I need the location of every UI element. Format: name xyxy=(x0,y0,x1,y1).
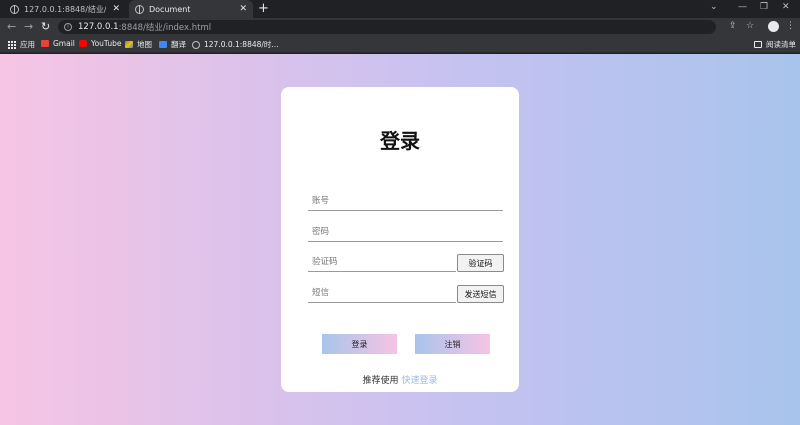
bookmark-localhost[interactable]: 127.0.0.1:8848/时... xyxy=(192,39,279,50)
cancel-button[interactable]: 注销 xyxy=(415,334,490,354)
youtube-icon xyxy=(79,40,87,47)
login-card: 登录 验证码 发送短信 登录 注销 推荐使用 快速登录 xyxy=(281,87,519,392)
bookmarks-bar: 应用 Gmail YouTube 地图 翻译 127.0.0.1:8848/时.… xyxy=(0,36,800,53)
password-input[interactable] xyxy=(308,222,503,242)
footer-prefix: 推荐使用 xyxy=(362,376,399,386)
back-icon[interactable]: ← xyxy=(7,20,16,33)
tab-document[interactable]: Document ✕ xyxy=(129,0,253,18)
share-icon[interactable]: ⇪ xyxy=(729,21,737,31)
login-button[interactable]: 登录 xyxy=(322,334,397,354)
footer-text: 推荐使用 快速登录 xyxy=(281,373,519,386)
tab-title: Document xyxy=(149,4,191,14)
reading-list-icon xyxy=(754,41,762,48)
page-background: 登录 验证码 发送短信 登录 注销 推荐使用 快速登录 xyxy=(0,54,800,425)
bookmark-label: 翻译 xyxy=(171,40,186,49)
translate-icon xyxy=(159,41,167,48)
restore-icon[interactable]: ❐ xyxy=(760,2,768,12)
quick-login-link[interactable]: 快速登录 xyxy=(401,376,437,386)
globe-icon xyxy=(135,4,144,14)
forward-icon[interactable]: → xyxy=(24,20,33,33)
captcha-button[interactable]: 验证码 xyxy=(457,254,504,272)
minimize-icon[interactable]: — xyxy=(738,2,747,12)
globe-icon xyxy=(10,4,19,14)
window-close-icon[interactable]: ✕ xyxy=(782,2,790,12)
reading-list[interactable]: 阅读清单 xyxy=(754,39,796,50)
reload-icon[interactable]: ↻ xyxy=(41,20,50,33)
bookmark-translate[interactable]: 翻译 xyxy=(159,39,186,50)
tab-title: 127.0.0.1:8848/结业/new_file.ht xyxy=(24,4,107,14)
tab-new-file[interactable]: 127.0.0.1:8848/结业/new_file.ht ✕ xyxy=(4,0,126,18)
bookmark-apps[interactable]: 应用 xyxy=(8,39,35,50)
account-input[interactable] xyxy=(308,191,503,211)
reading-list-label: 阅读清单 xyxy=(766,40,796,49)
bookmark-maps[interactable]: 地图 xyxy=(125,39,152,50)
address-host: 127.0.0.1 xyxy=(78,22,119,32)
close-icon[interactable]: ✕ xyxy=(239,4,247,14)
address-bar[interactable]: i 127.0.0.1:8848/结业/index.html xyxy=(58,20,716,34)
bookmark-youtube[interactable]: YouTube xyxy=(79,39,122,48)
new-tab-button[interactable]: + xyxy=(258,1,269,16)
menu-icon[interactable]: ⋮ xyxy=(786,21,795,31)
globe-icon xyxy=(192,40,200,49)
apps-grid-icon xyxy=(8,40,16,49)
profile-avatar[interactable] xyxy=(768,21,779,32)
login-title: 登录 xyxy=(380,129,420,153)
bookmark-star-icon[interactable]: ☆ xyxy=(746,21,754,31)
bookmark-label: 应用 xyxy=(20,40,35,49)
bookmark-label: 127.0.0.1:8848/时... xyxy=(204,40,279,49)
site-info-icon[interactable]: i xyxy=(64,23,72,31)
sms-input[interactable] xyxy=(308,283,456,303)
bookmark-label: YouTube xyxy=(91,39,122,48)
bookmark-gmail[interactable]: Gmail xyxy=(41,39,75,48)
tab-strip: 127.0.0.1:8848/结业/new_file.ht ✕ Document… xyxy=(0,0,800,18)
captcha-input[interactable] xyxy=(308,252,456,272)
close-icon[interactable]: ✕ xyxy=(112,4,120,14)
send-sms-button[interactable]: 发送短信 xyxy=(457,285,504,303)
maps-icon xyxy=(125,41,133,48)
tab-search-icon[interactable]: ⌄ xyxy=(710,2,718,12)
bookmark-label: Gmail xyxy=(53,39,75,48)
gmail-icon xyxy=(41,40,49,47)
bookmark-label: 地图 xyxy=(137,40,152,49)
browser-toolbar: ← → ↻ i 127.0.0.1:8848/结业/index.html ⇪ ☆… xyxy=(0,18,800,36)
address-path: :8848/结业/index.html xyxy=(118,23,212,33)
